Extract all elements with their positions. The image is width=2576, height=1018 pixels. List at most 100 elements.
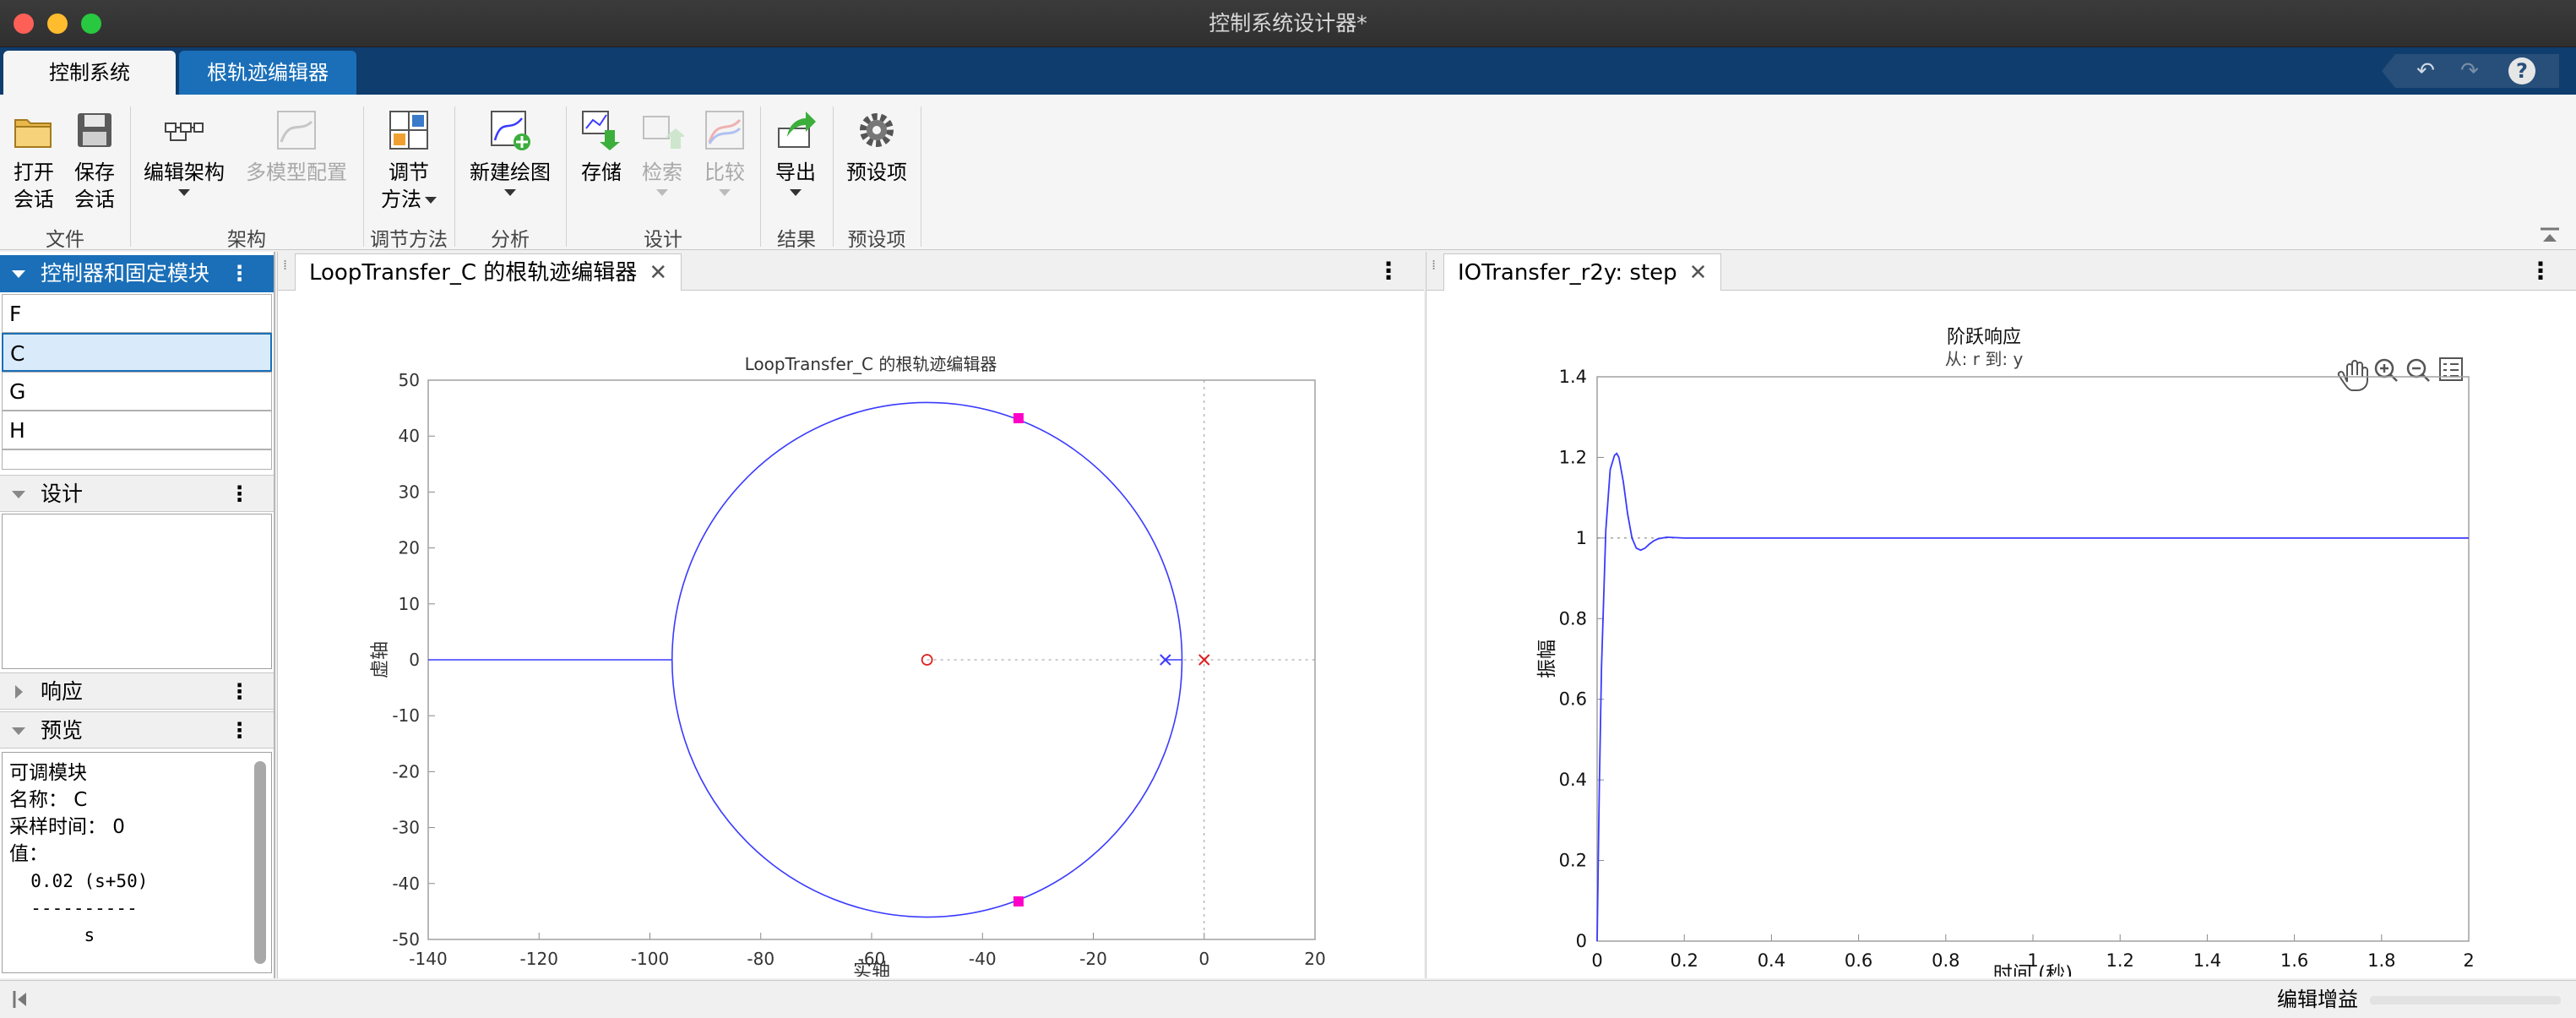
export-dropdown-icon[interactable]: [790, 189, 802, 196]
y-tick-label: 0.6: [1559, 689, 1587, 710]
document-grip-icon[interactable]: ⁞: [1432, 259, 1436, 272]
step-response-line: [1596, 452, 2469, 942]
blocks-section-header[interactable]: 控制器和固定模块 ⋮: [0, 255, 274, 292]
x-tick-label: 20: [1304, 949, 1325, 969]
section-design: 设计: [644, 229, 682, 251]
step-ylabel: 振幅: [1536, 640, 1558, 678]
save-session-button[interactable]: 保存 会话: [68, 108, 122, 213]
y-tick-label: -10: [392, 705, 420, 726]
section-file: 文件: [46, 229, 84, 251]
x-tick-label: -40: [969, 949, 997, 969]
y-tick-label: 50: [399, 370, 420, 390]
preview-scrollbar[interactable]: [254, 761, 266, 964]
x-tick-label: 0: [1198, 949, 1209, 969]
x-tick-label: 2: [2463, 950, 2474, 971]
close-tab-icon[interactable]: ✕: [1689, 260, 1708, 286]
status-progress-bar: [2370, 996, 2561, 1004]
preferences-button[interactable]: 预设项: [841, 108, 912, 186]
y-tick-label: 0.2: [1559, 851, 1587, 871]
y-tick-label: 30: [399, 482, 420, 502]
response-options-icon[interactable]: ⋮: [229, 673, 250, 710]
y-tick-label: -40: [392, 874, 420, 894]
section-preferences: 预设项: [847, 229, 906, 251]
x-tick-label: 0: [1591, 950, 1602, 971]
design-options-icon[interactable]: ⋮: [229, 476, 250, 513]
collapse-toolstrip-icon[interactable]: [2539, 226, 2561, 245]
x-tick-label: 0.4: [1758, 950, 1785, 971]
pan-icon[interactable]: [2337, 360, 2368, 391]
collapse-design-icon[interactable]: [12, 491, 25, 498]
y-tick-label: -30: [392, 818, 420, 838]
collapse-blocks-icon[interactable]: [12, 270, 25, 278]
edit-architecture-button[interactable]: 编辑架构: [139, 108, 230, 196]
redo-icon[interactable]: ↷: [2456, 57, 2483, 84]
block-item-f[interactable]: F: [2, 294, 272, 333]
y-tick-label: 1.2: [1559, 447, 1587, 467]
app-window: 控制系统设计器* 控制系统 根轨迹编辑器 ↶ ↷ ? 打开 会话 保存 会话 文…: [0, 0, 2576, 1017]
preview-options-icon[interactable]: ⋮: [229, 712, 250, 749]
y-tick-label: 1.4: [1559, 367, 1587, 387]
x-tick-label: -80: [747, 949, 774, 969]
gear-icon: [860, 113, 894, 147]
expand-response-icon[interactable]: [15, 685, 23, 699]
preview-pane: 可调模块 名称： C 采样时间： 0 值： 0.02 (s+50) ------…: [2, 752, 272, 973]
new-plot-dropdown-icon[interactable]: [504, 189, 516, 196]
quick-access-toolbar: ↶ ↷ ?: [2382, 54, 2559, 88]
x-tick-label: -140: [409, 949, 447, 969]
tab-root-locus[interactable]: LoopTransfer_C 的根轨迹编辑器 ✕: [295, 253, 682, 291]
undo-icon[interactable]: ↶: [2412, 57, 2439, 84]
close-tab-icon[interactable]: ✕: [649, 260, 667, 286]
section-results: 结果: [777, 229, 816, 251]
step-xlabel: 时间 (秒): [1993, 963, 2073, 977]
document-grip-icon[interactable]: ⁞: [283, 259, 287, 272]
tab-root-locus-editor[interactable]: 根轨迹编辑器: [179, 51, 356, 95]
toolstrip: 打开 会话 保存 会话 文件 编辑架构 多模型配置 架构 调节 方法 调节方法 …: [0, 95, 2576, 251]
y-tick-label: 0: [409, 650, 420, 670]
block-item-c[interactable]: C: [2, 333, 272, 372]
retrieve-design-button: 检索: [635, 108, 689, 196]
zoom-out-icon[interactable]: [2406, 358, 2430, 382]
multi-model-config-button: 多模型配置: [242, 108, 351, 186]
response-section-header[interactable]: 响应 ⋮: [0, 672, 274, 710]
preview-section-header[interactable]: 预览 ⋮: [0, 711, 274, 749]
new-plot-button[interactable]: 新建绘图: [463, 108, 557, 196]
zoom-in-icon[interactable]: [2374, 358, 2398, 382]
tuning-methods-button[interactable]: 调节 方法: [372, 108, 446, 213]
block-item-h[interactable]: H: [2, 411, 272, 449]
export-icon: [778, 112, 816, 148]
retrieve-icon: [643, 116, 684, 149]
y-tick-label: 20: [399, 538, 420, 558]
open-session-button[interactable]: 打开 会话: [7, 108, 61, 213]
x-tick-label: 1.4: [2193, 950, 2221, 971]
edit-architecture-dropdown-icon[interactable]: [178, 189, 190, 196]
design-section-header[interactable]: 设计 ⋮: [0, 475, 274, 512]
x-tick-label: 0.8: [1932, 950, 1959, 971]
block-item-g[interactable]: G: [2, 372, 272, 411]
root-locus-ylabel: 虚轴: [370, 641, 391, 678]
design-list[interactable]: [2, 514, 272, 669]
y-tick-label: -50: [392, 929, 420, 950]
collapse-panel-icon[interactable]: [12, 989, 29, 1010]
root-locus-title: LoopTransfer_C 的根轨迹编辑器: [745, 354, 997, 374]
collapse-preview-icon[interactable]: [12, 727, 25, 735]
step-response-plot[interactable]: 阶跃响应 从: r 到: y 0 0.2 0.4 0.6 0.8 1 1.2 1.4 1.6 1.…: [1427, 291, 2576, 977]
step-subtitle: 从: r 到: y: [1945, 349, 2024, 369]
pole-marker: [1198, 654, 1210, 666]
blocks-options-icon[interactable]: ⋮: [229, 255, 250, 292]
y-tick-label: 0.4: [1559, 770, 1587, 790]
store-design-button[interactable]: 存储: [573, 108, 630, 186]
help-icon[interactable]: ?: [2508, 57, 2535, 84]
y-tick-label: -20: [392, 761, 420, 781]
section-architecture: 架构: [227, 229, 266, 251]
document-options-icon[interactable]: ⋮: [1377, 257, 1400, 285]
status-message: 编辑增益: [2277, 988, 2358, 1011]
document-options-icon[interactable]: ⋮: [2529, 257, 2552, 285]
y-tick-label: 40: [399, 426, 420, 446]
export-button[interactable]: 导出: [769, 108, 823, 196]
tuning-dropdown-icon[interactable]: [425, 197, 437, 204]
root-locus-plot[interactable]: LoopTransfer_C 的根轨迹编辑器 -140 -120 -100 -80 -6…: [278, 291, 1425, 977]
tab-step-response[interactable]: IOTransfer_r2y: step ✕: [1443, 253, 1722, 291]
tab-control-system[interactable]: 控制系统: [3, 51, 176, 95]
save-disk-icon: [78, 113, 111, 147]
closed-loop-pole-marker: [1013, 896, 1024, 906]
